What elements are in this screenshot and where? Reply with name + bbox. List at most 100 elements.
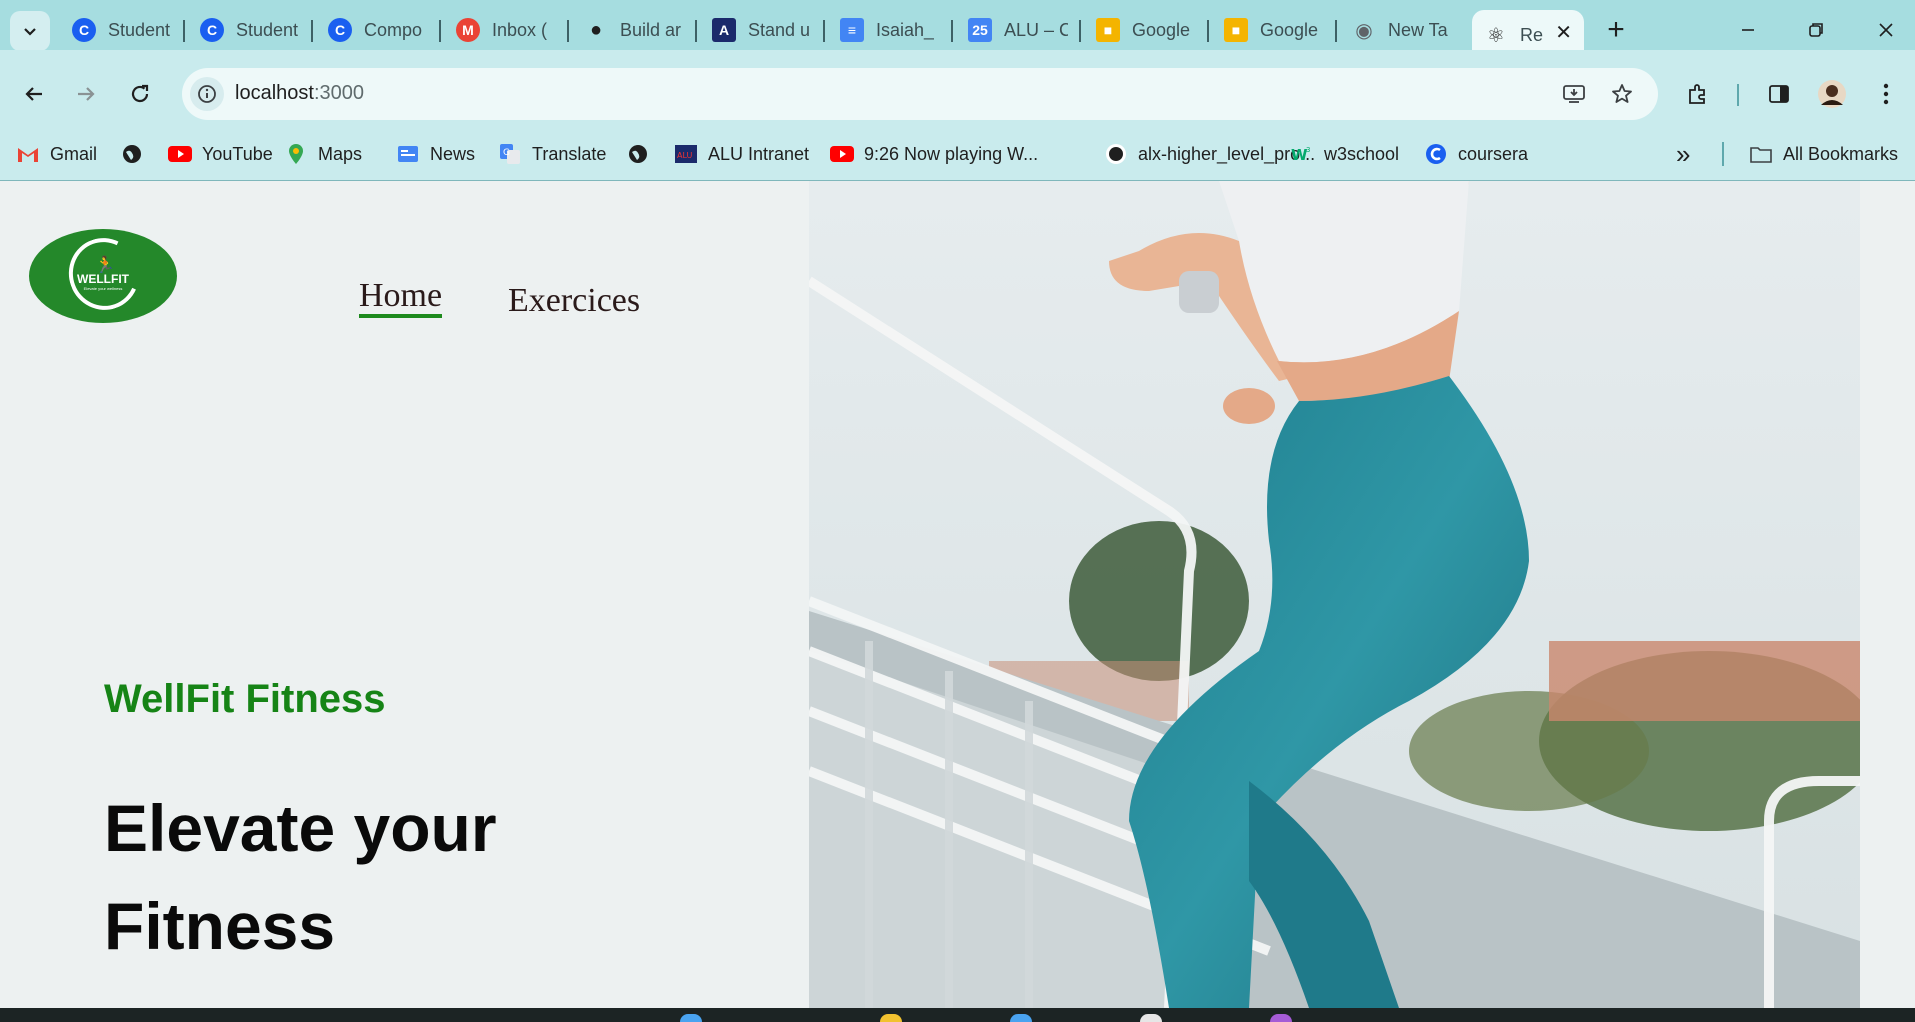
overflow-chevron-icon: » <box>1676 138 1691 169</box>
tab-title: Compo <box>364 19 423 40</box>
bookmark-item[interactable]: W 3 w3school <box>1290 138 1399 170</box>
bookmark-item[interactable]: alx-higher_level_pro... <box>1104 138 1315 170</box>
github-icon: ● <box>589 18 603 41</box>
taskbar-app-icon[interactable] <box>680 1014 702 1022</box>
os-taskbar <box>0 1008 1915 1022</box>
side-panel-icon[interactable] <box>1763 78 1795 110</box>
new-tab-button[interactable]: + <box>1598 12 1634 48</box>
chrome-icon: ◉ <box>1355 19 1373 42</box>
browser-tab[interactable]: C Student <box>188 10 300 50</box>
taskbar-app-icon[interactable] <box>880 1014 902 1022</box>
bookmark-item[interactable]: News <box>396 138 475 170</box>
alu-icon: ALU <box>674 142 698 166</box>
browser-tab[interactable]: 25 ALU – C <box>956 10 1068 50</box>
taskbar-app-icon[interactable] <box>1140 1014 1162 1022</box>
tab-separator <box>183 20 185 42</box>
address-bar[interactable] <box>182 68 1658 120</box>
bookmark-label: YouTube <box>202 143 273 164</box>
all-bookmarks-label: All Bookmarks <box>1783 143 1899 164</box>
all-bookmarks-button[interactable]: All Bookmarks <box>1749 138 1898 170</box>
tab-title: Google <box>1260 19 1319 40</box>
folder-icon <box>1749 142 1773 166</box>
tab-title: ALU – C <box>1004 19 1068 40</box>
globe-icon <box>120 142 144 166</box>
reload-icon <box>131 84 149 103</box>
bookmark-item[interactable]: Gmail <box>16 138 97 170</box>
tab-separator <box>439 20 441 42</box>
nav-link-home[interactable]: Home <box>359 278 443 318</box>
github-icon <box>1104 142 1128 166</box>
bookmark-item[interactable]: YouTube <box>168 138 273 170</box>
close-tab-icon[interactable]: ✕ <box>1555 20 1572 45</box>
url-port: :3000 <box>313 82 364 104</box>
tab-title: Inbox ( <box>492 19 548 40</box>
menu-kebab-icon[interactable] <box>1870 78 1902 110</box>
browser-tab[interactable]: ● Build ar <box>572 10 684 50</box>
alu-icon: A <box>712 18 736 42</box>
restore-icon[interactable] <box>1796 10 1836 50</box>
bookmark-item[interactable] <box>626 138 650 170</box>
bookmark-label: Maps <box>318 143 363 164</box>
forward-button[interactable] <box>68 76 104 112</box>
reload-button[interactable] <box>122 76 158 112</box>
browser-tab[interactable]: ◉ New Ta <box>1340 10 1452 50</box>
c-logo-icon: C <box>200 18 224 42</box>
bookmark-star-icon[interactable] <box>1606 78 1638 110</box>
browser-tab[interactable]: M Inbox ( <box>444 10 556 50</box>
browser-tab[interactable]: C Compo <box>316 10 428 50</box>
taskbar-app-icon[interactable] <box>1010 1014 1032 1022</box>
maps-icon <box>284 142 308 166</box>
tab-title: Student <box>236 19 299 40</box>
back-button[interactable] <box>16 76 52 112</box>
minimize-icon[interactable] <box>1728 10 1768 50</box>
chevron-down-icon <box>24 28 36 36</box>
browser-tab[interactable]: ■ Google <box>1212 10 1324 50</box>
close-window-icon[interactable] <box>1866 10 1906 50</box>
slides-icon: ■ <box>1224 18 1248 42</box>
browser-tab[interactable]: A Stand u <box>700 10 812 50</box>
brand-name: WellFit Fitness <box>104 677 386 721</box>
url-text[interactable]: localhost:3000 <box>235 82 364 105</box>
install-app-icon[interactable] <box>1558 78 1590 110</box>
browser-tab[interactable]: ■ Google <box>1084 10 1196 50</box>
w3-icon: W3 <box>1290 142 1314 166</box>
docs-icon: ≡ <box>840 18 864 42</box>
bookmark-item[interactable] <box>120 138 144 170</box>
tab-title: Student <box>108 19 171 40</box>
arrow-right-icon <box>78 87 95 101</box>
bookmark-label: Gmail <box>50 143 98 164</box>
hero-photo-illustration <box>809 181 1860 1008</box>
logo-title: WELLFIT <box>77 272 129 286</box>
tab-separator <box>311 20 313 42</box>
browser-tab[interactable]: ≡ Isaiah_ <box>828 10 940 50</box>
site-info-icon[interactable] <box>190 77 224 111</box>
bookmark-item[interactable]: 9:26 Now playing W... <box>830 138 1038 170</box>
tab-search-button[interactable] <box>10 11 50 51</box>
url-host: localhost <box>235 82 314 104</box>
tab-separator <box>823 20 825 42</box>
globe-icon <box>626 142 650 166</box>
taskbar-app-icon[interactable] <box>1270 1014 1292 1022</box>
tab-separator <box>695 20 697 42</box>
wellfit-logo[interactable]: 🏃 WELLFIT Elevate your wellness <box>29 228 177 323</box>
tab-separator <box>1207 20 1209 42</box>
gmail-icon: M <box>456 18 480 42</box>
extensions-icon[interactable] <box>1682 78 1714 110</box>
profile-avatar[interactable] <box>1816 78 1848 110</box>
nav-link-exercices[interactable]: Exercices <box>508 282 640 320</box>
browser-tab[interactable]: C Student <box>60 10 172 50</box>
bookmark-item[interactable]: coursera <box>1424 138 1528 170</box>
tab-title: Google <box>1132 19 1191 40</box>
bookmark-item[interactable]: ALU ALU Intranet <box>674 138 809 170</box>
gmail-icon <box>16 142 40 166</box>
bookmarks-overflow-button[interactable]: » <box>1676 138 1690 170</box>
webpage: 🏃 WELLFIT Elevate your wellness Home Exe… <box>0 181 1915 1008</box>
c-logo-icon: C <box>72 18 96 42</box>
bookmark-item[interactable]: Maps <box>284 138 362 170</box>
bookmark-item[interactable]: G Translate <box>498 138 606 170</box>
svg-text:3: 3 <box>1306 146 1310 154</box>
svg-text:ALU: ALU <box>677 151 693 160</box>
bookmark-label: News <box>430 143 476 164</box>
news-icon <box>396 142 420 166</box>
youtube-icon <box>830 142 854 166</box>
